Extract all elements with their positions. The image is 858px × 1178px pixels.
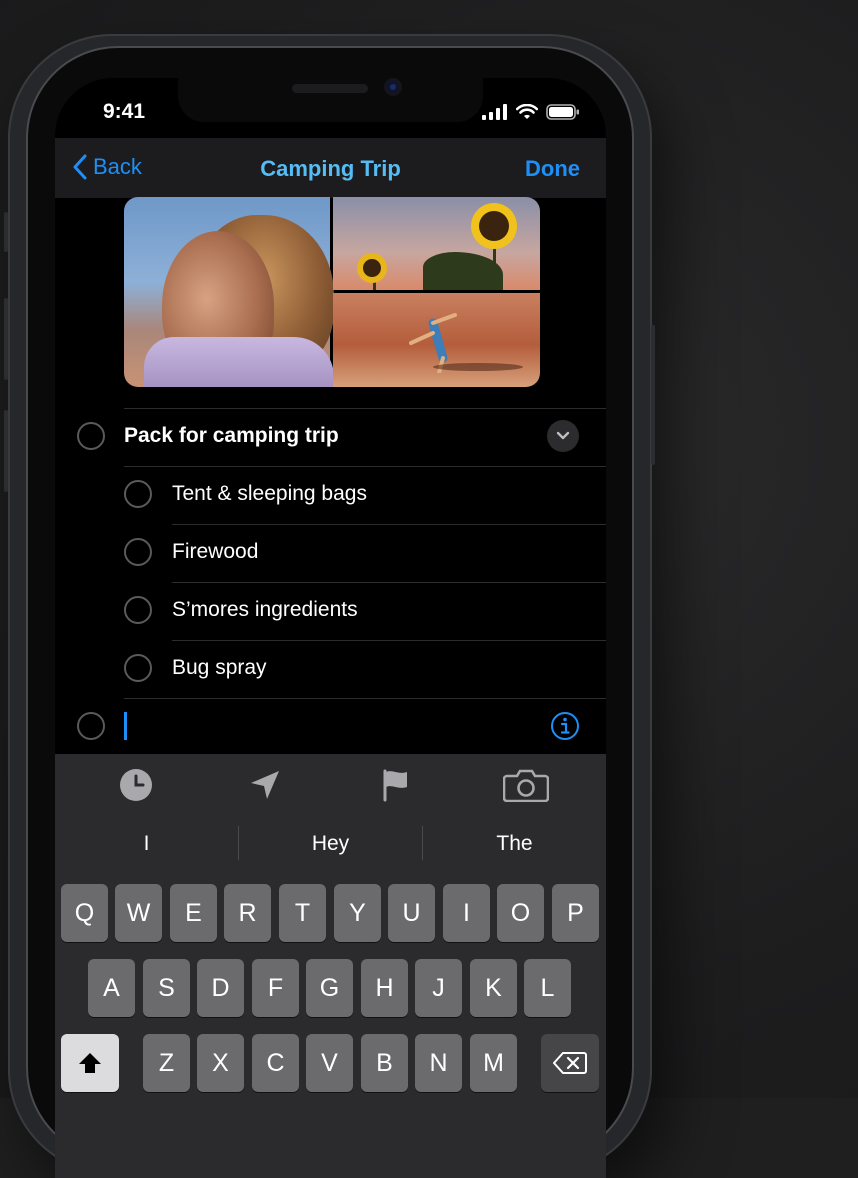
key-y[interactable]: Y (334, 884, 381, 942)
photo-column (333, 197, 540, 387)
list-item-label: Firewood (172, 540, 259, 563)
key-t[interactable]: T (279, 884, 326, 942)
list-item-subtask[interactable]: Tent & sleeping bags (55, 466, 606, 524)
key-d[interactable]: D (197, 959, 244, 1017)
leaves-shape (423, 252, 503, 290)
key-b[interactable]: B (361, 1034, 408, 1092)
suggestion-2[interactable]: Hey (239, 832, 422, 856)
list-item-new[interactable] (55, 698, 606, 756)
key-r[interactable]: R (224, 884, 271, 942)
flag-icon[interactable] (379, 768, 413, 802)
camera-icon[interactable] (503, 768, 549, 802)
list-item-subtask[interactable]: Bug spray (55, 640, 606, 698)
key-x[interactable]: X (197, 1034, 244, 1092)
backspace-icon (553, 1052, 587, 1074)
key-e[interactable]: E (170, 884, 217, 942)
suggestion-1[interactable]: I (55, 832, 238, 856)
cellular-signal-icon (482, 104, 507, 120)
key-l[interactable]: L (524, 959, 571, 1017)
status-time: 9:41 (103, 100, 146, 123)
checkbox-circle[interactable] (124, 480, 152, 508)
list-item-label: Tent & sleeping bags (172, 482, 367, 505)
sunflower-small (363, 259, 381, 277)
key-w[interactable]: W (115, 884, 162, 942)
side-button-volume-down (4, 410, 8, 492)
key-z[interactable]: Z (143, 1034, 190, 1092)
photo-gallery[interactable] (124, 197, 540, 387)
sunflower-large (479, 211, 509, 241)
key-m[interactable]: M (470, 1034, 517, 1092)
notch (178, 78, 483, 122)
key-u[interactable]: U (388, 884, 435, 942)
shadow-shape (433, 363, 523, 371)
navigation-bar: Back Camping Trip Done (55, 138, 606, 198)
key-k[interactable]: K (470, 959, 517, 1017)
photo-cartwheel[interactable] (333, 293, 540, 387)
done-button[interactable]: Done (525, 156, 580, 182)
key-v[interactable]: V (306, 1034, 353, 1092)
info-icon[interactable] (550, 711, 580, 741)
key-c[interactable]: C (252, 1034, 299, 1092)
checkbox-circle[interactable] (77, 422, 105, 450)
wifi-icon (516, 104, 538, 119)
location-arrow-icon[interactable] (248, 768, 282, 802)
page-title: Camping Trip (260, 156, 401, 181)
expand-subtasks-button[interactable] (547, 420, 579, 452)
checkbox-circle[interactable] (124, 596, 152, 624)
checkbox-circle[interactable] (124, 654, 152, 682)
screen: 9:41 Back Camping Trip Done Pack for cam… (55, 78, 606, 1178)
list-item-parent[interactable]: Pack for camping trip (55, 408, 606, 466)
shift-key[interactable] (61, 1034, 119, 1092)
quick-toolbar (55, 754, 606, 814)
photo-shirt-shape (144, 337, 334, 387)
list-item-label: S’mores ingredients (172, 598, 358, 621)
photo-sunflowers[interactable] (333, 197, 540, 290)
checkbox-circle[interactable] (77, 712, 105, 740)
key-i[interactable]: I (443, 884, 490, 942)
side-button-volume-up (4, 298, 8, 380)
front-camera (386, 80, 400, 94)
predictive-bar: I Hey The (55, 814, 606, 874)
key-p[interactable]: P (552, 884, 599, 942)
key-s[interactable]: S (143, 959, 190, 1017)
battery-icon (546, 104, 579, 120)
text-cursor[interactable] (124, 712, 127, 740)
list-item-subtask[interactable]: S’mores ingredients (55, 582, 606, 640)
key-q[interactable]: Q (61, 884, 108, 942)
side-button-power (651, 325, 655, 465)
key-a[interactable]: A (88, 959, 135, 1017)
list-item-subtask[interactable]: Firewood (55, 524, 606, 582)
key-j[interactable]: J (415, 959, 462, 1017)
key-o[interactable]: O (497, 884, 544, 942)
delete-key[interactable] (541, 1034, 599, 1092)
key-f[interactable]: F (252, 959, 299, 1017)
key-h[interactable]: H (361, 959, 408, 1017)
key-n[interactable]: N (415, 1034, 462, 1092)
clock-icon[interactable] (119, 768, 153, 802)
key-g[interactable]: G (306, 959, 353, 1017)
photo-portrait[interactable] (124, 197, 334, 387)
earpiece-speaker (292, 84, 368, 93)
shift-arrow-icon (79, 1053, 101, 1073)
side-button-mute (4, 212, 8, 252)
chevron-down-icon (556, 431, 570, 440)
list-item-label: Bug spray (172, 656, 267, 679)
suggestion-3[interactable]: The (423, 832, 606, 856)
keyboard: I Hey The Q W E R T Y U I O P A S D F G … (55, 814, 606, 1178)
checkbox-circle[interactable] (124, 538, 152, 566)
list-item-label: Pack for camping trip (124, 424, 339, 447)
status-icons (482, 102, 580, 122)
